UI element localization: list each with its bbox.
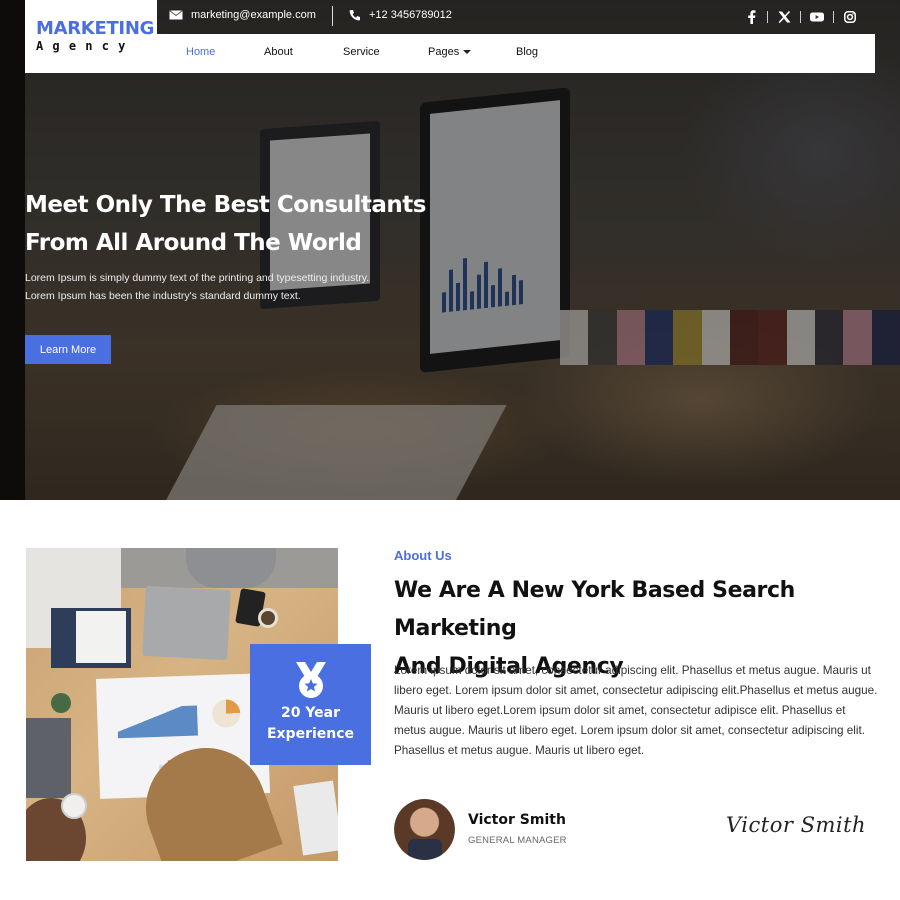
envelope-icon (169, 10, 183, 20)
social-divider (800, 11, 801, 23)
social-links (740, 8, 861, 26)
experience-years: 20 Year (280, 705, 341, 721)
hero-title-line: From All Around The World (25, 230, 362, 256)
medal-icon (295, 662, 326, 698)
social-divider (833, 11, 834, 23)
person-name: Victor Smith (468, 812, 566, 828)
phone-text: +12 3456789012 (369, 9, 452, 21)
phone-contact[interactable]: +12 3456789012 (349, 9, 452, 21)
phone-icon (349, 10, 360, 21)
hero-text-line: Lorem Ipsum has been the industry's stan… (25, 290, 301, 302)
experience-label: Experience (266, 726, 355, 742)
hero-description: Lorem Ipsum is simply dummy text of the … (25, 269, 425, 305)
x-twitter-icon[interactable] (773, 8, 795, 26)
social-divider (767, 11, 768, 23)
section-tag: About Us (394, 548, 452, 563)
about-description: Lorem ipsum dolor sit amet, consectetur … (394, 664, 878, 757)
logo[interactable]: MARKETING Agency (25, 0, 157, 73)
nav-item-pages-label: Pages (428, 46, 460, 58)
hero-title: Meet Only The Best Consultants From All … (25, 186, 426, 262)
nav-item-about[interactable]: About (264, 46, 293, 58)
topbar: marketing@example.com +12 3456789012 (157, 0, 875, 34)
person-role: GENERAL MANAGER (468, 835, 567, 846)
youtube-icon[interactable] (806, 8, 828, 26)
caret-down-icon (463, 50, 472, 55)
hero-title-line: Meet Only The Best Consultants (25, 192, 426, 218)
hero-text-line: Lorem Ipsum is simply dummy text of the … (25, 272, 370, 284)
topbar-divider (332, 6, 333, 26)
about-title-line: We Are A New York Based Search Marketing (394, 578, 795, 641)
email-text: marketing@example.com (191, 9, 316, 21)
instagram-icon[interactable] (839, 8, 861, 26)
nav-item-blog[interactable]: Blog (516, 46, 538, 58)
nav-item-home[interactable]: Home (186, 46, 215, 58)
logo-tagline: Agency (36, 39, 135, 53)
nav-item-service[interactable]: Service (343, 46, 380, 58)
facebook-icon[interactable] (740, 8, 762, 26)
signature: Victor Smith (726, 813, 867, 837)
nav-item-pages[interactable]: Pages (428, 46, 472, 58)
logo-name: MARKETING (36, 18, 155, 39)
learn-more-button[interactable]: Learn More (25, 335, 111, 364)
avatar (394, 799, 455, 860)
email-contact[interactable]: marketing@example.com (169, 9, 316, 21)
main-nav: Home About Service Pages Blog (157, 34, 875, 73)
experience-badge: 20 Year Experience (250, 644, 371, 765)
